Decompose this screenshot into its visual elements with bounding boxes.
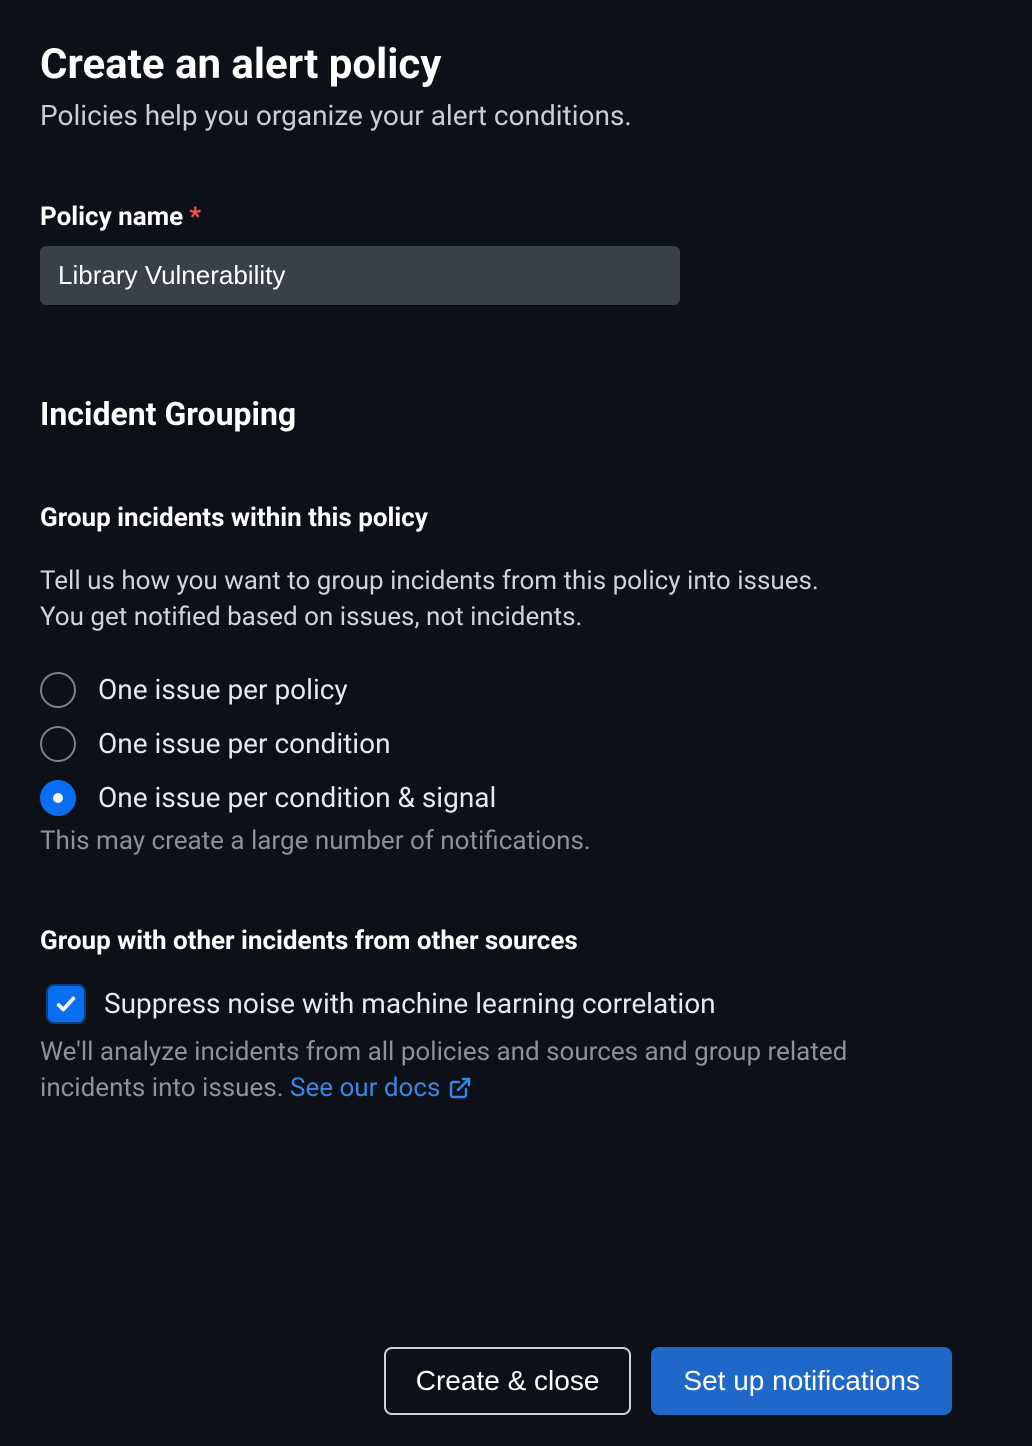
radio-label: One issue per policy <box>98 673 348 706</box>
suppress-noise-checkbox-row[interactable]: Suppress noise with machine learning cor… <box>48 986 992 1022</box>
checkbox-hint: We'll analyze incidents from all policie… <box>40 1034 860 1107</box>
radio-icon <box>40 672 76 708</box>
external-link-icon <box>448 1076 472 1100</box>
radio-one-issue-per-condition-signal[interactable]: One issue per condition & signal <box>40 780 992 816</box>
radio-icon <box>40 726 76 762</box>
radio-icon-selected <box>40 780 76 816</box>
policy-name-field: Policy name* <box>40 202 992 305</box>
checkbox-checked-icon <box>48 986 84 1022</box>
group-within-desc: Tell us how you want to group incidents … <box>40 563 840 636</box>
checkbox-label: Suppress noise with machine learning cor… <box>104 987 716 1020</box>
setup-notifications-button[interactable]: Set up notifications <box>651 1347 952 1415</box>
docs-link-text: See our docs <box>290 1070 440 1106</box>
group-within-title: Group incidents within this policy <box>40 503 992 533</box>
radio-selected-hint: This may create a large number of notifi… <box>40 826 992 856</box>
create-close-button[interactable]: Create & close <box>384 1347 632 1415</box>
policy-name-label-text: Policy name <box>40 202 183 232</box>
policy-name-input[interactable] <box>40 246 680 305</box>
radio-label: One issue per condition & signal <box>98 781 496 814</box>
radio-one-issue-per-policy[interactable]: One issue per policy <box>40 672 992 708</box>
grouping-radio-group: One issue per policy One issue per condi… <box>40 672 992 816</box>
group-other-title: Group with other incidents from other so… <box>40 926 992 956</box>
group-within-section: Group incidents within this policy Tell … <box>40 503 992 856</box>
incident-grouping-title: Incident Grouping <box>40 395 992 433</box>
page-subtitle: Policies help you organize your alert co… <box>40 99 992 132</box>
radio-one-issue-per-condition[interactable]: One issue per condition <box>40 726 992 762</box>
page-title: Create an alert policy <box>40 40 992 89</box>
group-other-section: Group with other incidents from other so… <box>40 926 992 1107</box>
radio-label: One issue per condition <box>98 727 391 760</box>
policy-name-label: Policy name* <box>40 202 992 232</box>
required-asterisk: * <box>189 202 201 232</box>
see-our-docs-link[interactable]: See our docs <box>290 1070 472 1106</box>
footer-buttons: Create & close Set up notifications <box>384 1347 952 1415</box>
